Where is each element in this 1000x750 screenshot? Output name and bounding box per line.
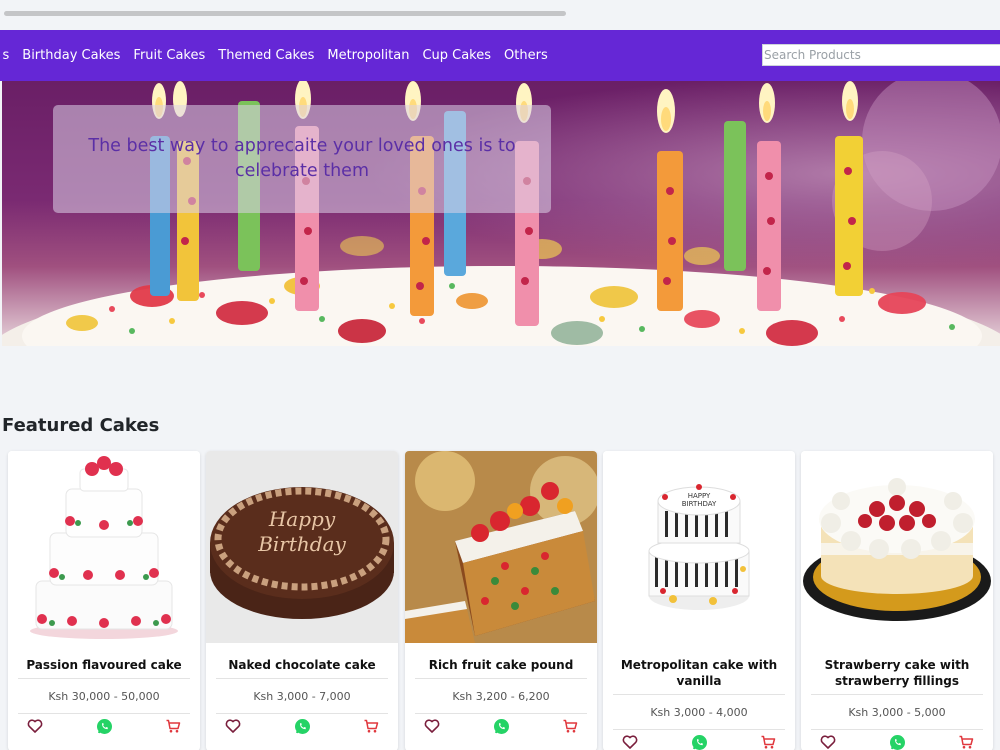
whatsapp-icon[interactable] <box>492 717 510 735</box>
hero-caption-text: The best way to apprecaite your loved on… <box>88 136 516 181</box>
hero-caption-box: The best way to apprecaite your loved on… <box>53 105 551 213</box>
featured-section-title: Featured Cakes <box>2 415 160 436</box>
nav-item-metropolitan[interactable]: Metropolitan <box>321 48 416 63</box>
svg-text:BIRTHDAY: BIRTHDAY <box>682 500 717 508</box>
product-card[interactable]: Rich fruit cake pound Ksh 3,200 - 6,200 <box>405 451 597 750</box>
divider <box>216 678 388 679</box>
metropolitan-cake-image[interactable]: HAPPY BIRTHDAY <box>603 451 795 643</box>
svg-text:Happy: Happy <box>268 507 336 531</box>
product-price: Ksh 3,000 - 7,000 <box>253 690 351 703</box>
nav-item-themed-cakes[interactable]: Themed Cakes <box>212 48 321 63</box>
product-name[interactable]: Naked chocolate cake <box>214 657 390 673</box>
heart-icon[interactable] <box>819 733 837 750</box>
nav-item-birthday-cakes[interactable]: Birthday Cakes <box>16 48 127 63</box>
product-card[interactable]: Strawberry cake with strawberry fillings… <box>801 451 993 750</box>
product-name[interactable]: Strawberry cake with strawberry fillings <box>809 657 985 689</box>
product-card[interactable]: HAPPY BIRTHDAY Metropolitan cake with va… <box>603 451 795 750</box>
divider <box>613 729 785 730</box>
chocolate-birthday-cake-image[interactable]: Happy Birthday <box>206 451 398 643</box>
card-actions <box>206 717 398 737</box>
card-actions <box>801 733 993 750</box>
nav-item-cup-cakes[interactable]: Cup Cakes <box>416 48 498 63</box>
cart-icon[interactable] <box>164 717 182 735</box>
divider <box>18 713 190 714</box>
whatsapp-icon[interactable] <box>95 717 113 735</box>
product-name[interactable]: Metropolitan cake with vanilla <box>611 657 787 689</box>
divider <box>613 694 785 695</box>
nav-item-others[interactable]: Others <box>498 48 555 63</box>
card-actions <box>603 733 795 750</box>
product-price: Ksh 30,000 - 50,000 <box>48 690 160 703</box>
scrollbar-thumb[interactable] <box>4 11 566 16</box>
divider <box>811 694 983 695</box>
whatsapp-icon[interactable] <box>690 733 708 750</box>
cart-icon[interactable] <box>759 733 777 750</box>
cart-icon[interactable] <box>362 717 380 735</box>
card-actions <box>405 717 597 737</box>
divider <box>216 713 388 714</box>
main-navbar: s Birthday Cakes Fruit Cakes Themed Cake… <box>0 30 1000 81</box>
nav-item-fruit-cakes[interactable]: Fruit Cakes <box>127 48 212 63</box>
heart-icon[interactable] <box>224 717 242 735</box>
product-name[interactable]: Passion flavoured cake <box>16 657 192 673</box>
product-price: Ksh 3,200 - 6,200 <box>452 690 550 703</box>
heart-icon[interactable] <box>423 717 441 735</box>
product-price: Ksh 3,000 - 5,000 <box>848 706 946 719</box>
svg-text:HAPPY: HAPPY <box>688 492 711 500</box>
product-card[interactable]: Passion flavoured cake Ksh 30,000 - 50,0… <box>8 451 200 750</box>
nav-links: s Birthday Cakes Fruit Cakes Themed Cake… <box>0 48 554 63</box>
nav-item-partial[interactable]: s <box>0 48 16 63</box>
white-tiered-cake-image[interactable] <box>8 451 200 643</box>
whatsapp-icon[interactable] <box>888 733 906 750</box>
product-price: Ksh 3,000 - 4,000 <box>650 706 748 719</box>
fruit-cake-image[interactable] <box>405 451 597 643</box>
divider <box>415 713 587 714</box>
product-name[interactable]: Rich fruit cake pound <box>413 657 589 673</box>
card-actions <box>8 717 200 737</box>
divider <box>811 729 983 730</box>
search-input[interactable] <box>762 44 1000 66</box>
horizontal-scrollbar[interactable] <box>0 0 1000 30</box>
whatsapp-icon[interactable] <box>293 717 311 735</box>
cart-icon[interactable] <box>957 733 975 750</box>
hero-banner: The best way to apprecaite your loved on… <box>2 81 1000 346</box>
cart-icon[interactable] <box>561 717 579 735</box>
divider <box>415 678 587 679</box>
heart-icon[interactable] <box>621 733 639 750</box>
svg-text:Birthday: Birthday <box>257 532 346 556</box>
divider <box>18 678 190 679</box>
strawberry-cake-image[interactable] <box>801 451 993 643</box>
heart-icon[interactable] <box>26 717 44 735</box>
product-card[interactable]: Happy Birthday Naked chocolate cake Ksh … <box>206 451 398 750</box>
